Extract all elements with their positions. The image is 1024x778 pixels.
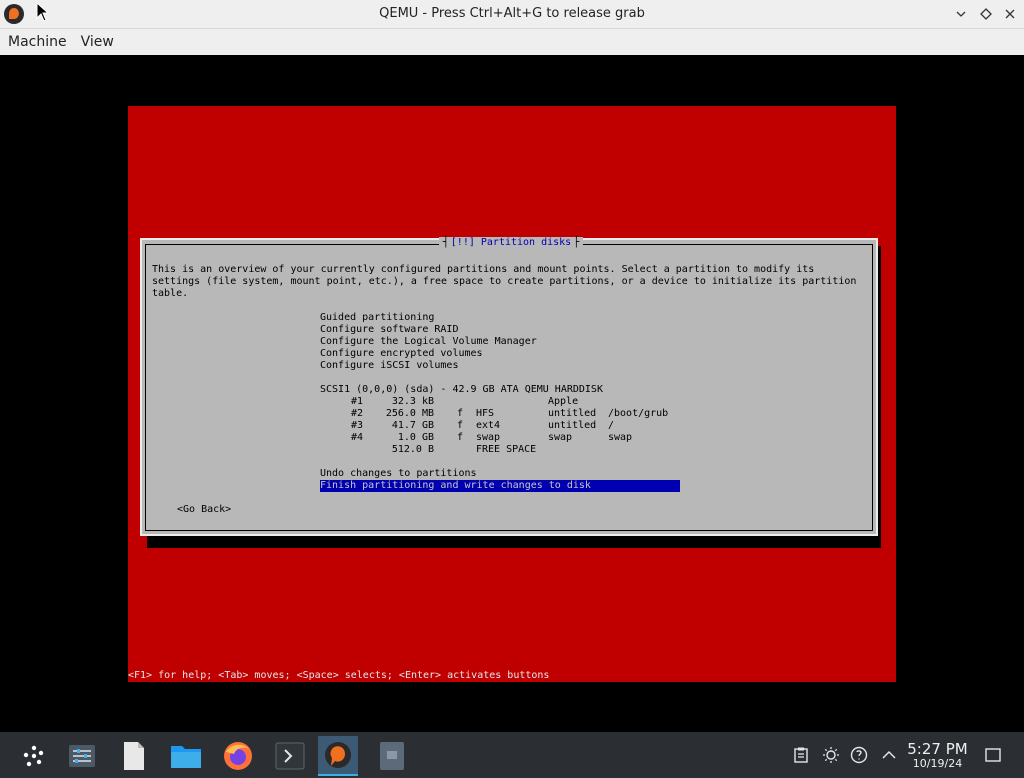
- partition-mount: swap: [608, 432, 633, 443]
- clipboard-icon[interactable]: [792, 746, 810, 764]
- partition-mount: /: [608, 420, 615, 431]
- option-encrypted-volumes[interactable]: Configure encrypted volumes: [320, 348, 483, 360]
- terminal-icon[interactable]: [270, 736, 310, 776]
- partition-name: swap: [548, 432, 573, 443]
- show-hidden-icons-icon[interactable]: [880, 746, 898, 764]
- partition-size: 256.0 MB: [385, 408, 434, 419]
- taskbar: 5:27 PM 10/19/24: [0, 732, 1024, 778]
- system-settings-icon[interactable]: [62, 736, 102, 776]
- partition-size: 32.3 kB: [391, 396, 434, 407]
- brightness-icon[interactable]: [822, 746, 840, 764]
- partition-disks-dialog: [!!] Partition disks This is an overview…: [140, 237, 880, 536]
- partition-name: Apple: [548, 396, 579, 407]
- minimize-icon[interactable]: [952, 5, 970, 23]
- intro-text: This is an overview of your currently co…: [152, 264, 857, 299]
- menu-bar: Machine View: [0, 29, 1024, 55]
- disk-image-icon[interactable]: [372, 736, 412, 776]
- partition-number: #2: [351, 408, 364, 419]
- menu-view[interactable]: View: [81, 34, 114, 50]
- firefox-icon[interactable]: [218, 736, 258, 776]
- partition-size: 41.7 GB: [391, 420, 434, 431]
- partition-number: #1: [351, 396, 364, 407]
- menu-machine[interactable]: Machine: [8, 34, 67, 50]
- free-space-label: FREE SPACE: [476, 444, 537, 455]
- text-document-icon[interactable]: [114, 736, 154, 776]
- guest-display[interactable]: [!!] Partition disks This is an overview…: [0, 55, 1024, 732]
- option-guided-partitioning[interactable]: Guided partitioning: [320, 312, 434, 324]
- option-lvm[interactable]: Configure the Logical Volume Manager: [320, 336, 537, 348]
- updates-icon[interactable]: [850, 746, 868, 764]
- clock-time: 5:27 PM: [907, 740, 968, 758]
- go-back-button[interactable]: <Go Back>: [177, 504, 231, 516]
- partition-size: 1.0 GB: [397, 432, 434, 443]
- partition-name: untitled: [548, 420, 597, 431]
- partition-name: untitled: [548, 408, 597, 419]
- partition-format-flag: f: [457, 408, 464, 419]
- partition-format-flag: f: [457, 432, 464, 443]
- partition-number: #3: [351, 420, 364, 431]
- file-manager-icon[interactable]: [166, 736, 206, 776]
- finish-partitioning-option[interactable]: Finish partitioning and write changes to…: [320, 480, 680, 492]
- show-desktop-icon[interactable]: [984, 746, 1002, 764]
- window-titlebar: QEMU - Press Ctrl+Alt+G to release grab: [0, 0, 1024, 29]
- close-icon[interactable]: [1001, 5, 1019, 23]
- clock-date: 10/19/24: [912, 757, 963, 770]
- partition-mount: /boot/grub: [608, 408, 669, 419]
- partition-format-flag: f: [457, 420, 464, 431]
- partition-filesystem: HFS: [476, 408, 495, 419]
- clock[interactable]: 5:27 PM 10/19/24: [900, 741, 975, 770]
- help-line: <F1> for help; <Tab> moves; <Space> sele…: [128, 670, 550, 681]
- disk-entry[interactable]: SCSI1 (0,0,0) (sda) - 42.9 GB ATA QEMU H…: [320, 384, 603, 396]
- option-software-raid[interactable]: Configure software RAID: [320, 324, 458, 336]
- dialog-title: [!!] Partition disks: [142, 237, 880, 249]
- free-space-size: 512.0 B: [391, 444, 434, 455]
- application-launcher-icon[interactable]: [14, 736, 54, 776]
- partition-filesystem: ext4: [476, 420, 501, 431]
- qemu-icon[interactable]: [318, 736, 358, 776]
- partition-filesystem: swap: [476, 432, 501, 443]
- option-iscsi-volumes[interactable]: Configure iSCSI volumes: [320, 360, 458, 372]
- undo-changes-option[interactable]: Undo changes to partitions: [320, 468, 477, 480]
- installer-background: [!!] Partition disks This is an overview…: [128, 106, 896, 682]
- partition-number: #4: [351, 432, 364, 443]
- window-title: QEMU - Press Ctrl+Alt+G to release grab: [379, 6, 645, 21]
- maximize-icon[interactable]: [977, 5, 995, 23]
